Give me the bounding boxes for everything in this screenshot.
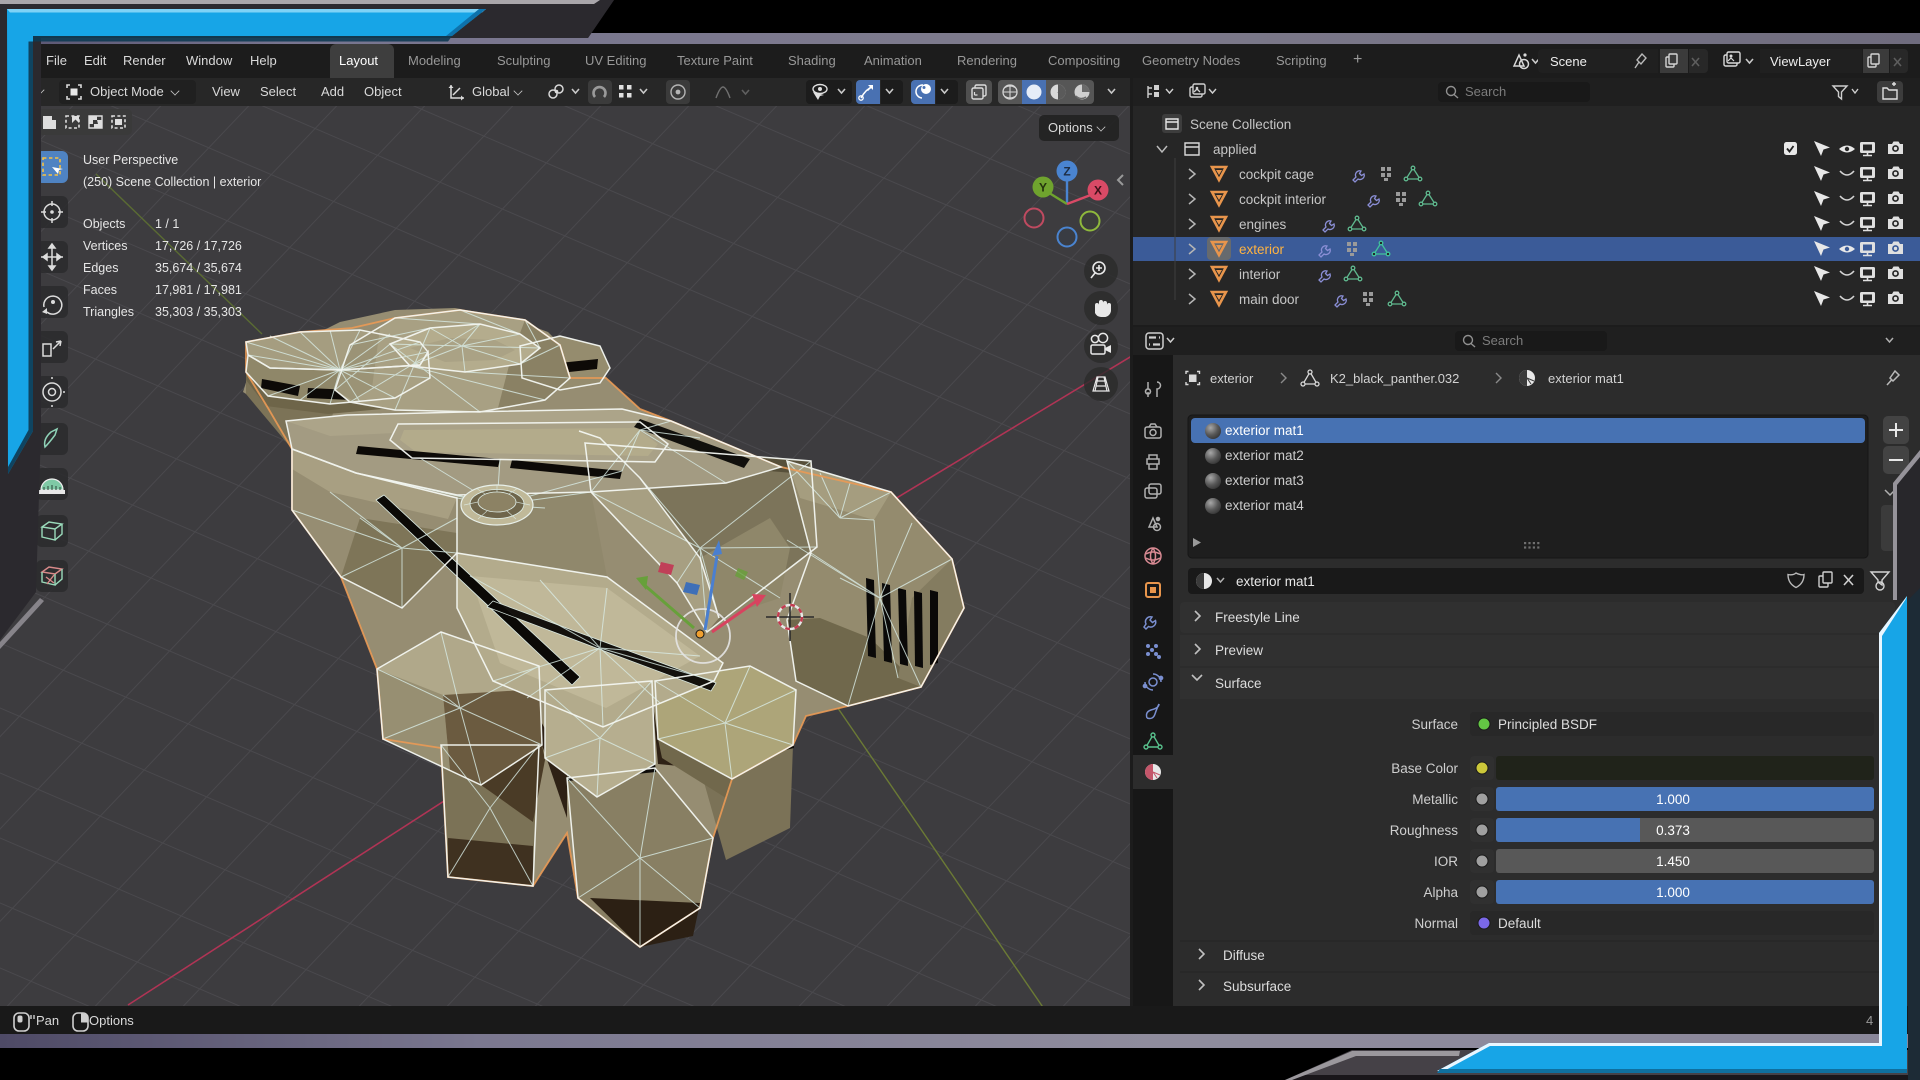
svg-text:Surface: Surface — [1411, 717, 1458, 732]
svg-text:Preview: Preview — [1215, 643, 1263, 658]
svg-text:exterior mat3: exterior mat3 — [1225, 473, 1304, 488]
svg-text:applied: applied — [1213, 142, 1257, 157]
svg-text:Surface: Surface — [1215, 676, 1262, 691]
svg-text:Base Color: Base Color — [1391, 761, 1458, 776]
svg-text:interior: interior — [1239, 267, 1281, 282]
svg-text:0.373: 0.373 — [1656, 823, 1690, 838]
svg-text:Normal: Normal — [1414, 916, 1458, 931]
svg-text:1.000: 1.000 — [1656, 885, 1690, 900]
svg-text:cockpit interior: cockpit interior — [1239, 192, 1327, 207]
svg-text:Subsurface: Subsurface — [1223, 979, 1291, 994]
svg-text:K2_black_panther.032: K2_black_panther.032 — [1330, 371, 1459, 386]
svg-text:exterior mat2: exterior mat2 — [1225, 448, 1304, 463]
svg-text:Roughness: Roughness — [1390, 823, 1459, 838]
svg-text:engines: engines — [1239, 217, 1287, 232]
svg-text:Scene Collection: Scene Collection — [1190, 117, 1291, 132]
svg-text:Default: Default — [1498, 916, 1541, 931]
svg-text:exterior: exterior — [1239, 242, 1285, 257]
svg-text:main door: main door — [1239, 292, 1300, 307]
svg-text:exterior mat1: exterior mat1 — [1236, 574, 1315, 589]
svg-text:cockpit cage: cockpit cage — [1239, 167, 1314, 182]
svg-text:X: X — [1094, 184, 1102, 198]
svg-text:Y: Y — [1039, 181, 1047, 195]
svg-text:1.000: 1.000 — [1656, 792, 1690, 807]
svg-text:Freestyle Line: Freestyle Line — [1215, 610, 1300, 625]
svg-text:exterior mat1: exterior mat1 — [1225, 423, 1304, 438]
svg-text:Alpha: Alpha — [1423, 885, 1458, 900]
svg-text:Principled BSDF: Principled BSDF — [1498, 717, 1597, 732]
svg-text:Diffuse: Diffuse — [1223, 948, 1265, 963]
svg-text:exterior: exterior — [1210, 371, 1254, 386]
svg-text:Search: Search — [1482, 333, 1523, 348]
svg-text:IOR: IOR — [1434, 854, 1458, 869]
svg-text:exterior mat4: exterior mat4 — [1225, 498, 1304, 513]
svg-text:Metallic: Metallic — [1412, 792, 1458, 807]
svg-text:Z: Z — [1063, 165, 1070, 179]
svg-text:1.450: 1.450 — [1656, 854, 1690, 869]
svg-text:exterior mat1: exterior mat1 — [1548, 371, 1624, 386]
svg-text:Search: Search — [1465, 84, 1506, 99]
